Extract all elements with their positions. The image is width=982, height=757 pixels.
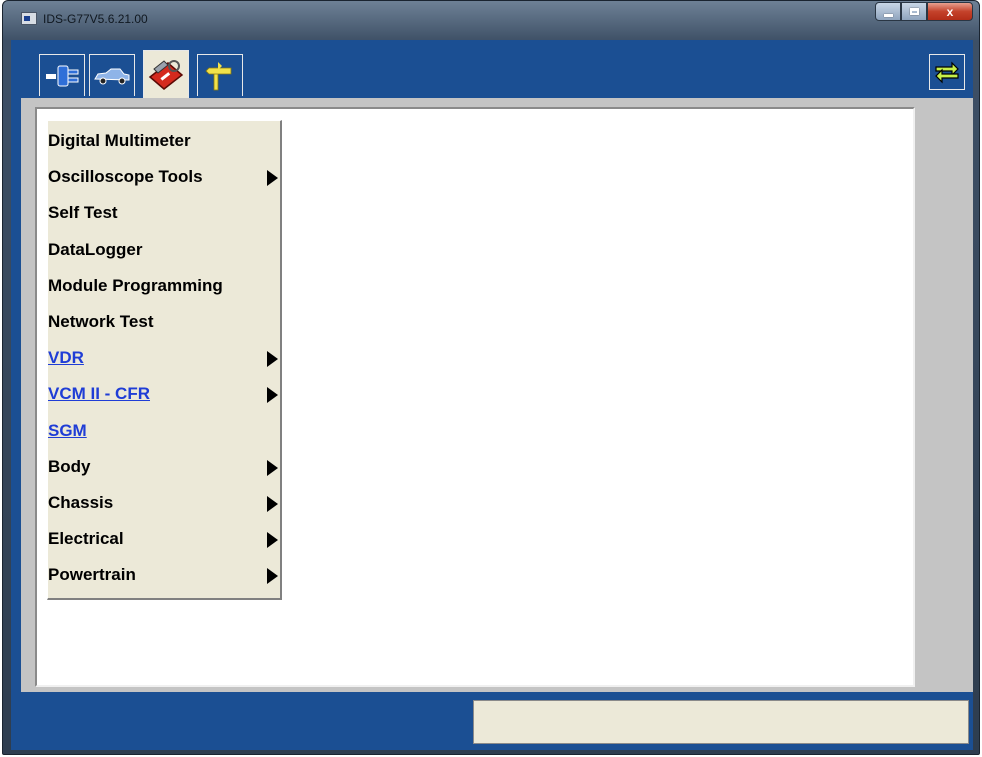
menu-item-label: VCM II - CFR <box>48 384 150 404</box>
menu-item-label: DataLogger <box>48 239 143 259</box>
app-icon <box>21 12 37 25</box>
menu-item[interactable]: Self Test <box>48 195 280 231</box>
submenu-arrow-icon <box>267 351 278 368</box>
submenu-arrow-icon <box>267 568 278 585</box>
title-bar[interactable]: IDS-G77V5.6.21.00 x <box>3 1 979 39</box>
submenu-arrow-icon <box>267 170 278 187</box>
signpost-icon <box>205 61 232 90</box>
window-title: IDS-G77V5.6.21.00 <box>43 12 148 26</box>
menu-item-label: Powertrain <box>48 565 136 585</box>
menu-item[interactable]: DataLogger <box>48 232 280 268</box>
minimize-button[interactable] <box>875 2 901 21</box>
menu-item-label: SGM <box>48 420 87 440</box>
content-frame: Digital Multimeter Oscilloscope Tools Self… <box>21 98 973 692</box>
menu-item[interactable]: Module Programming <box>48 268 280 304</box>
menu-item-label: Digital Multimeter <box>48 131 191 151</box>
submenu-arrow-icon <box>267 387 278 404</box>
status-field <box>473 700 969 744</box>
menu-item[interactable]: Oscilloscope Tools <box>48 159 280 195</box>
maximize-button[interactable] <box>901 2 927 21</box>
menu-item[interactable]: Body <box>48 449 280 485</box>
menu-item[interactable]: Chassis <box>48 485 280 521</box>
menu-item-label: Electrical <box>48 529 124 549</box>
menu-item-label: Module Programming <box>48 275 223 295</box>
menu-item-label: Body <box>48 456 91 476</box>
window-controls: x <box>875 2 973 22</box>
toolbox-icon <box>148 59 184 90</box>
menu-item[interactable]: Network Test <box>48 304 280 340</box>
minimize-icon <box>883 13 893 17</box>
swap-arrows-icon <box>935 61 959 84</box>
content-panel: Digital Multimeter Oscilloscope Tools Self… <box>35 107 915 687</box>
application-window: IDS-G77V5.6.21.00 x Digital Multimeter O… <box>2 0 980 755</box>
submenu-arrow-icon <box>267 495 278 512</box>
tab-bar <box>11 40 973 98</box>
menu-item-label: Network Test <box>48 312 154 332</box>
toolbox-menu: Digital Multimeter Oscilloscope Tools Self… <box>47 120 282 601</box>
tab-guidance[interactable] <box>197 54 243 96</box>
maximize-icon <box>909 8 919 15</box>
tab-connect[interactable] <box>39 54 85 96</box>
status-bar <box>11 692 973 750</box>
menu-item-label: Self Test <box>48 203 118 223</box>
menu-item[interactable]: SGM <box>48 413 280 449</box>
tab-toolbox[interactable] <box>143 50 189 98</box>
client-area: Digital Multimeter Oscilloscope Tools Self… <box>11 40 973 750</box>
menu-item-label: Oscilloscope Tools <box>48 167 203 187</box>
connector-plug-icon <box>46 65 79 86</box>
menu-item[interactable]: Powertrain <box>48 557 280 593</box>
menu-item-label: VDR <box>48 348 84 368</box>
close-icon: x <box>946 4 954 19</box>
menu-item-label: Chassis <box>48 492 114 512</box>
menu-item[interactable]: Electrical <box>48 521 280 557</box>
submenu-arrow-icon <box>267 459 278 476</box>
tab-vehicle[interactable] <box>89 54 135 96</box>
vehicle-car-icon <box>94 68 130 84</box>
close-button[interactable]: x <box>927 2 973 21</box>
menu-item[interactable]: VCM II - CFR <box>48 376 280 412</box>
menu-item[interactable]: VDR <box>48 340 280 376</box>
menu-item[interactable]: Digital Multimeter <box>48 123 280 159</box>
swap-button[interactable] <box>929 54 965 90</box>
submenu-arrow-icon <box>267 532 278 549</box>
